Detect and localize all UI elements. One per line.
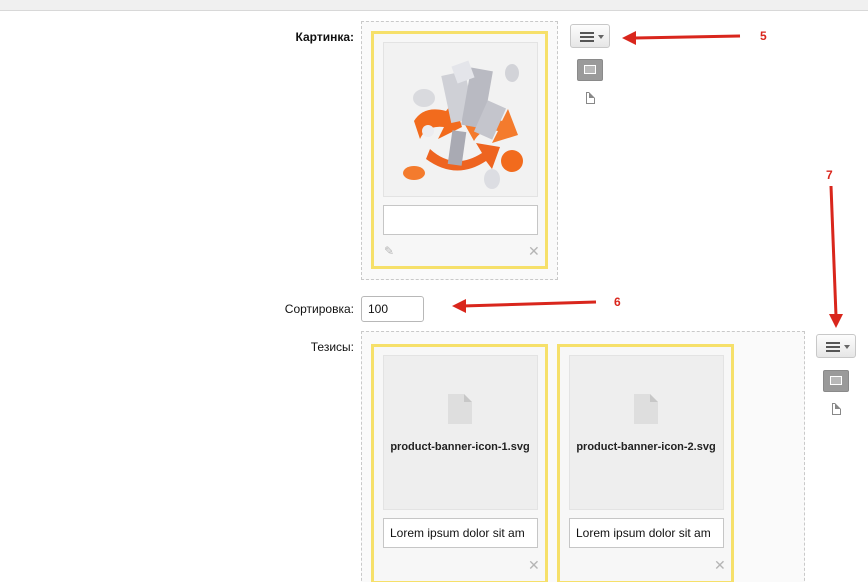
annotation-7: 7 xyxy=(826,168,833,182)
picture-label: Картинка: xyxy=(295,30,355,44)
close-icon[interactable]: ✕ xyxy=(528,243,540,260)
document-icon xyxy=(634,394,658,424)
product-render-image xyxy=(403,60,523,189)
sort-input[interactable] xyxy=(361,296,424,322)
file-icon[interactable] xyxy=(832,403,841,415)
picture-description-input[interactable] xyxy=(383,205,538,235)
thesis-file-name: product-banner-icon-2.svg xyxy=(576,441,716,453)
picture-menu-button[interactable] xyxy=(570,24,610,48)
image-icon[interactable] xyxy=(823,370,849,392)
thesis-thumbnail[interactable]: product-banner-icon-2.svg xyxy=(569,355,724,510)
annotation-6: 6 xyxy=(614,295,621,309)
annotation-5: 5 xyxy=(760,29,767,43)
thesis-thumbnail[interactable]: product-banner-icon-1.svg xyxy=(383,355,538,510)
file-icon[interactable] xyxy=(586,92,595,104)
chevron-down-icon xyxy=(844,345,850,349)
picture-thumbnail[interactable] xyxy=(383,42,538,197)
document-icon xyxy=(448,394,472,424)
thesis-description-input[interactable] xyxy=(569,518,724,548)
picture-card: ✎ ✕ xyxy=(371,31,548,269)
image-icon[interactable] xyxy=(577,59,603,81)
menu-lines-icon xyxy=(826,342,840,352)
pencil-icon[interactable]: ✎ xyxy=(384,244,394,258)
close-icon[interactable]: ✕ xyxy=(528,557,540,574)
close-icon[interactable]: ✕ xyxy=(714,557,726,574)
thesis-card: product-banner-icon-1.svg ✕ xyxy=(371,344,548,582)
thesis-card: product-banner-icon-2.svg ✕ xyxy=(557,344,734,582)
menu-lines-icon xyxy=(580,32,594,42)
theses-menu-button[interactable] xyxy=(816,334,856,358)
thesis-file-name: product-banner-icon-1.svg xyxy=(390,441,530,453)
thesis-description-input[interactable] xyxy=(383,518,538,548)
admin-form-page: Картинка: ✎ ✕ 5 6 7 Сортировка: 100 Тези… xyxy=(0,0,868,582)
theses-label: Тезисы: xyxy=(310,340,354,354)
top-bar xyxy=(0,0,868,11)
sort-label: Сортировка: xyxy=(284,302,354,316)
chevron-down-icon xyxy=(598,35,604,39)
